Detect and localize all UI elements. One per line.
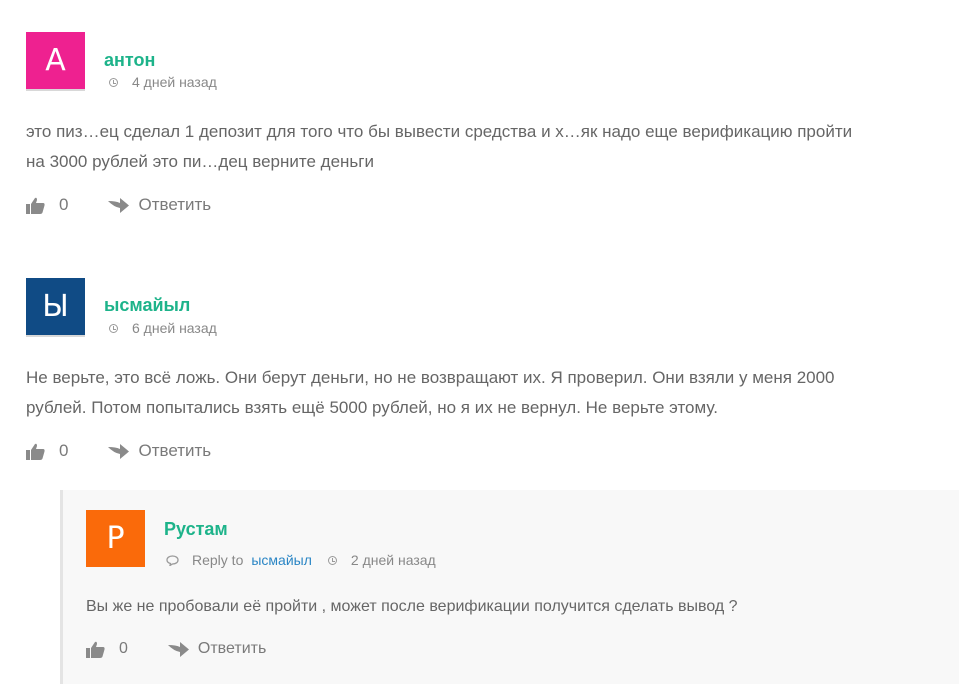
avatar[interactable]: Р [86, 510, 145, 567]
avatar-underline [26, 335, 85, 337]
comment-text-line: на 3000 рублей это пи…дец верните деньги [26, 152, 374, 171]
comment-actions: 0 Ответить [86, 640, 266, 658]
like-count: 0 [59, 441, 69, 460]
clock-icon [327, 555, 337, 565]
author-name[interactable]: антон [104, 50, 155, 71]
comment-meta: 6 дней назад [109, 320, 217, 336]
comment-time[interactable]: 2 дней назад [351, 552, 436, 568]
avatar[interactable]: А [26, 32, 85, 89]
avatar-underline [26, 89, 85, 91]
comment-time[interactable]: 4 дней назад [132, 74, 217, 90]
reply-to-label: Reply to [192, 552, 244, 568]
reply-to-user-link[interactable]: ысмайыл [251, 552, 312, 568]
comment-actions: 0 Ответить [26, 441, 211, 461]
clock-icon [109, 323, 118, 333]
comment-text: Не верьте, это всё ложь. Они берут деньг… [26, 363, 835, 423]
reply-button[interactable]: Ответить [198, 640, 266, 658]
author-name[interactable]: ысмайыл [104, 295, 190, 316]
speech-bubble-icon [166, 554, 179, 566]
reply-arrow-icon[interactable] [108, 197, 130, 213]
nested-reply: Р Рустам Reply to ысмайыл 2 дней назад В… [60, 490, 959, 684]
comment-text-line: Не верьте, это всё ложь. Они берут деньг… [26, 368, 835, 387]
comment-actions: 0 Ответить [26, 195, 211, 215]
thumbs-up-icon[interactable] [26, 443, 45, 460]
reply-arrow-icon[interactable] [167, 641, 189, 657]
comment-text-line: рублей. Потом попытались взять ещё 5000 … [26, 398, 718, 417]
comment-text: это пиз…ец сделал 1 депозит для того что… [26, 117, 852, 177]
reply-button[interactable]: Ответить [138, 195, 211, 215]
comment-text: Вы же не пробовали её пройти , может пос… [86, 598, 738, 615]
reply-arrow-icon[interactable] [108, 443, 130, 459]
comment-time[interactable]: 6 дней назад [132, 320, 217, 336]
like-count: 0 [59, 195, 69, 214]
like-count: 0 [119, 640, 128, 657]
thumbs-up-icon[interactable] [26, 197, 45, 214]
reply-button[interactable]: Ответить [138, 441, 211, 461]
comment-meta: 4 дней назад [109, 74, 217, 90]
comment-meta: Reply to ысмайыл 2 дней назад [166, 552, 436, 568]
author-name[interactable]: Рустам [164, 519, 228, 540]
avatar[interactable]: Ы [26, 278, 85, 335]
comment-text-line: это пиз…ец сделал 1 депозит для того что… [26, 122, 853, 141]
clock-icon [109, 77, 118, 87]
thumbs-up-icon[interactable] [86, 641, 105, 658]
